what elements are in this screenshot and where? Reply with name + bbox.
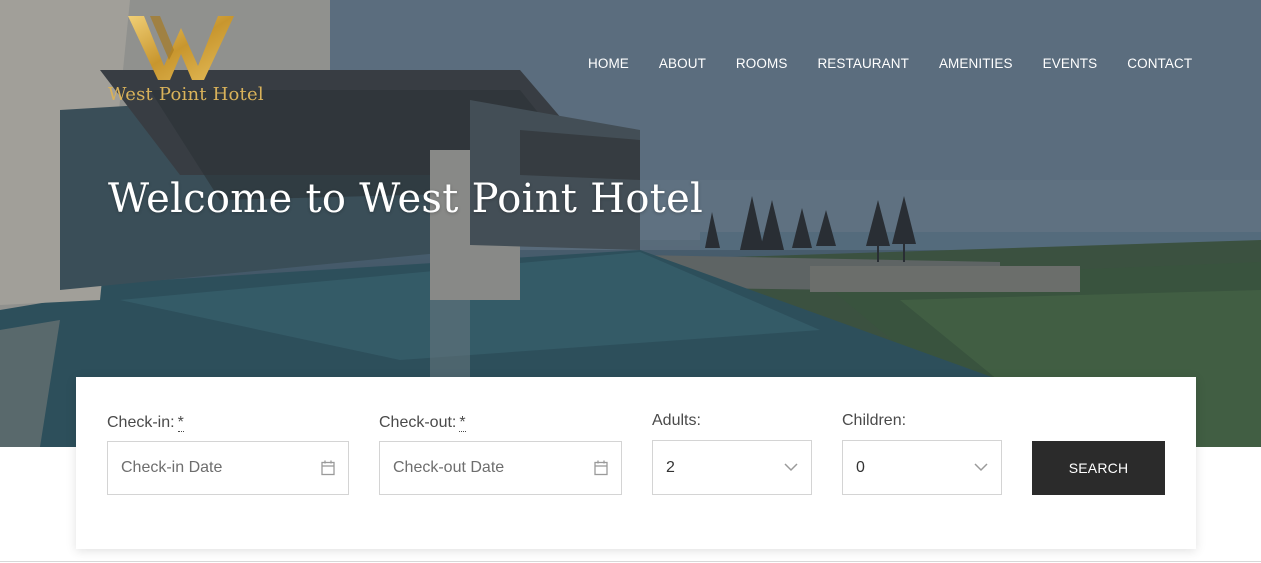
nav-about[interactable]: ABOUT (659, 56, 706, 72)
required-mark: * (459, 414, 466, 432)
main-navigation: HOME ABOUT ROOMS RESTAURANT AMENITIES EV… (588, 56, 1192, 72)
required-mark: * (177, 414, 184, 432)
checkin-placeholder: Check-in Date (121, 459, 223, 476)
w-monogram-logo-icon (128, 16, 234, 80)
chevron-down-icon (974, 463, 988, 472)
calendar-icon (594, 460, 608, 476)
checkin-label: Check-in: * (107, 414, 184, 432)
adults-label: Adults: (652, 412, 701, 429)
booking-form: Check-in: * Check-in Date Check-out: * Che… (76, 377, 1196, 549)
nav-amenities[interactable]: AMENITIES (939, 56, 1013, 72)
adults-field: Adults: (652, 412, 701, 430)
checkin-field: Check-in: * (107, 414, 184, 432)
hotel-logo[interactable]: West Point Hotel (108, 14, 268, 109)
checkout-date-input[interactable]: Check-out Date (379, 441, 622, 495)
checkout-label: Check-out: * (379, 414, 466, 432)
checkout-placeholder: Check-out Date (393, 459, 505, 476)
chevron-down-icon (784, 463, 798, 472)
children-select[interactable]: 0 (842, 440, 1002, 495)
page-divider (0, 561, 1261, 562)
children-label: Children: (842, 412, 907, 429)
checkout-field: Check-out: * (379, 414, 466, 432)
nav-home[interactable]: HOME (588, 56, 629, 72)
nav-rooms[interactable]: ROOMS (736, 56, 788, 72)
nav-restaurant[interactable]: RESTAURANT (817, 56, 909, 72)
adults-value: 2 (666, 458, 675, 476)
checkin-date-input[interactable]: Check-in Date (107, 441, 349, 495)
calendar-icon (321, 460, 335, 476)
children-field: Children: (842, 412, 906, 430)
nav-events[interactable]: EVENTS (1043, 56, 1098, 72)
hero-title: Welcome to West Point Hotel (108, 176, 704, 222)
children-value: 0 (856, 458, 865, 476)
logo-wordmark: West Point Hotel (108, 84, 264, 105)
adults-select[interactable]: 2 (652, 440, 812, 495)
search-button[interactable]: SEARCH (1032, 441, 1165, 495)
nav-contact[interactable]: CONTACT (1127, 56, 1192, 72)
